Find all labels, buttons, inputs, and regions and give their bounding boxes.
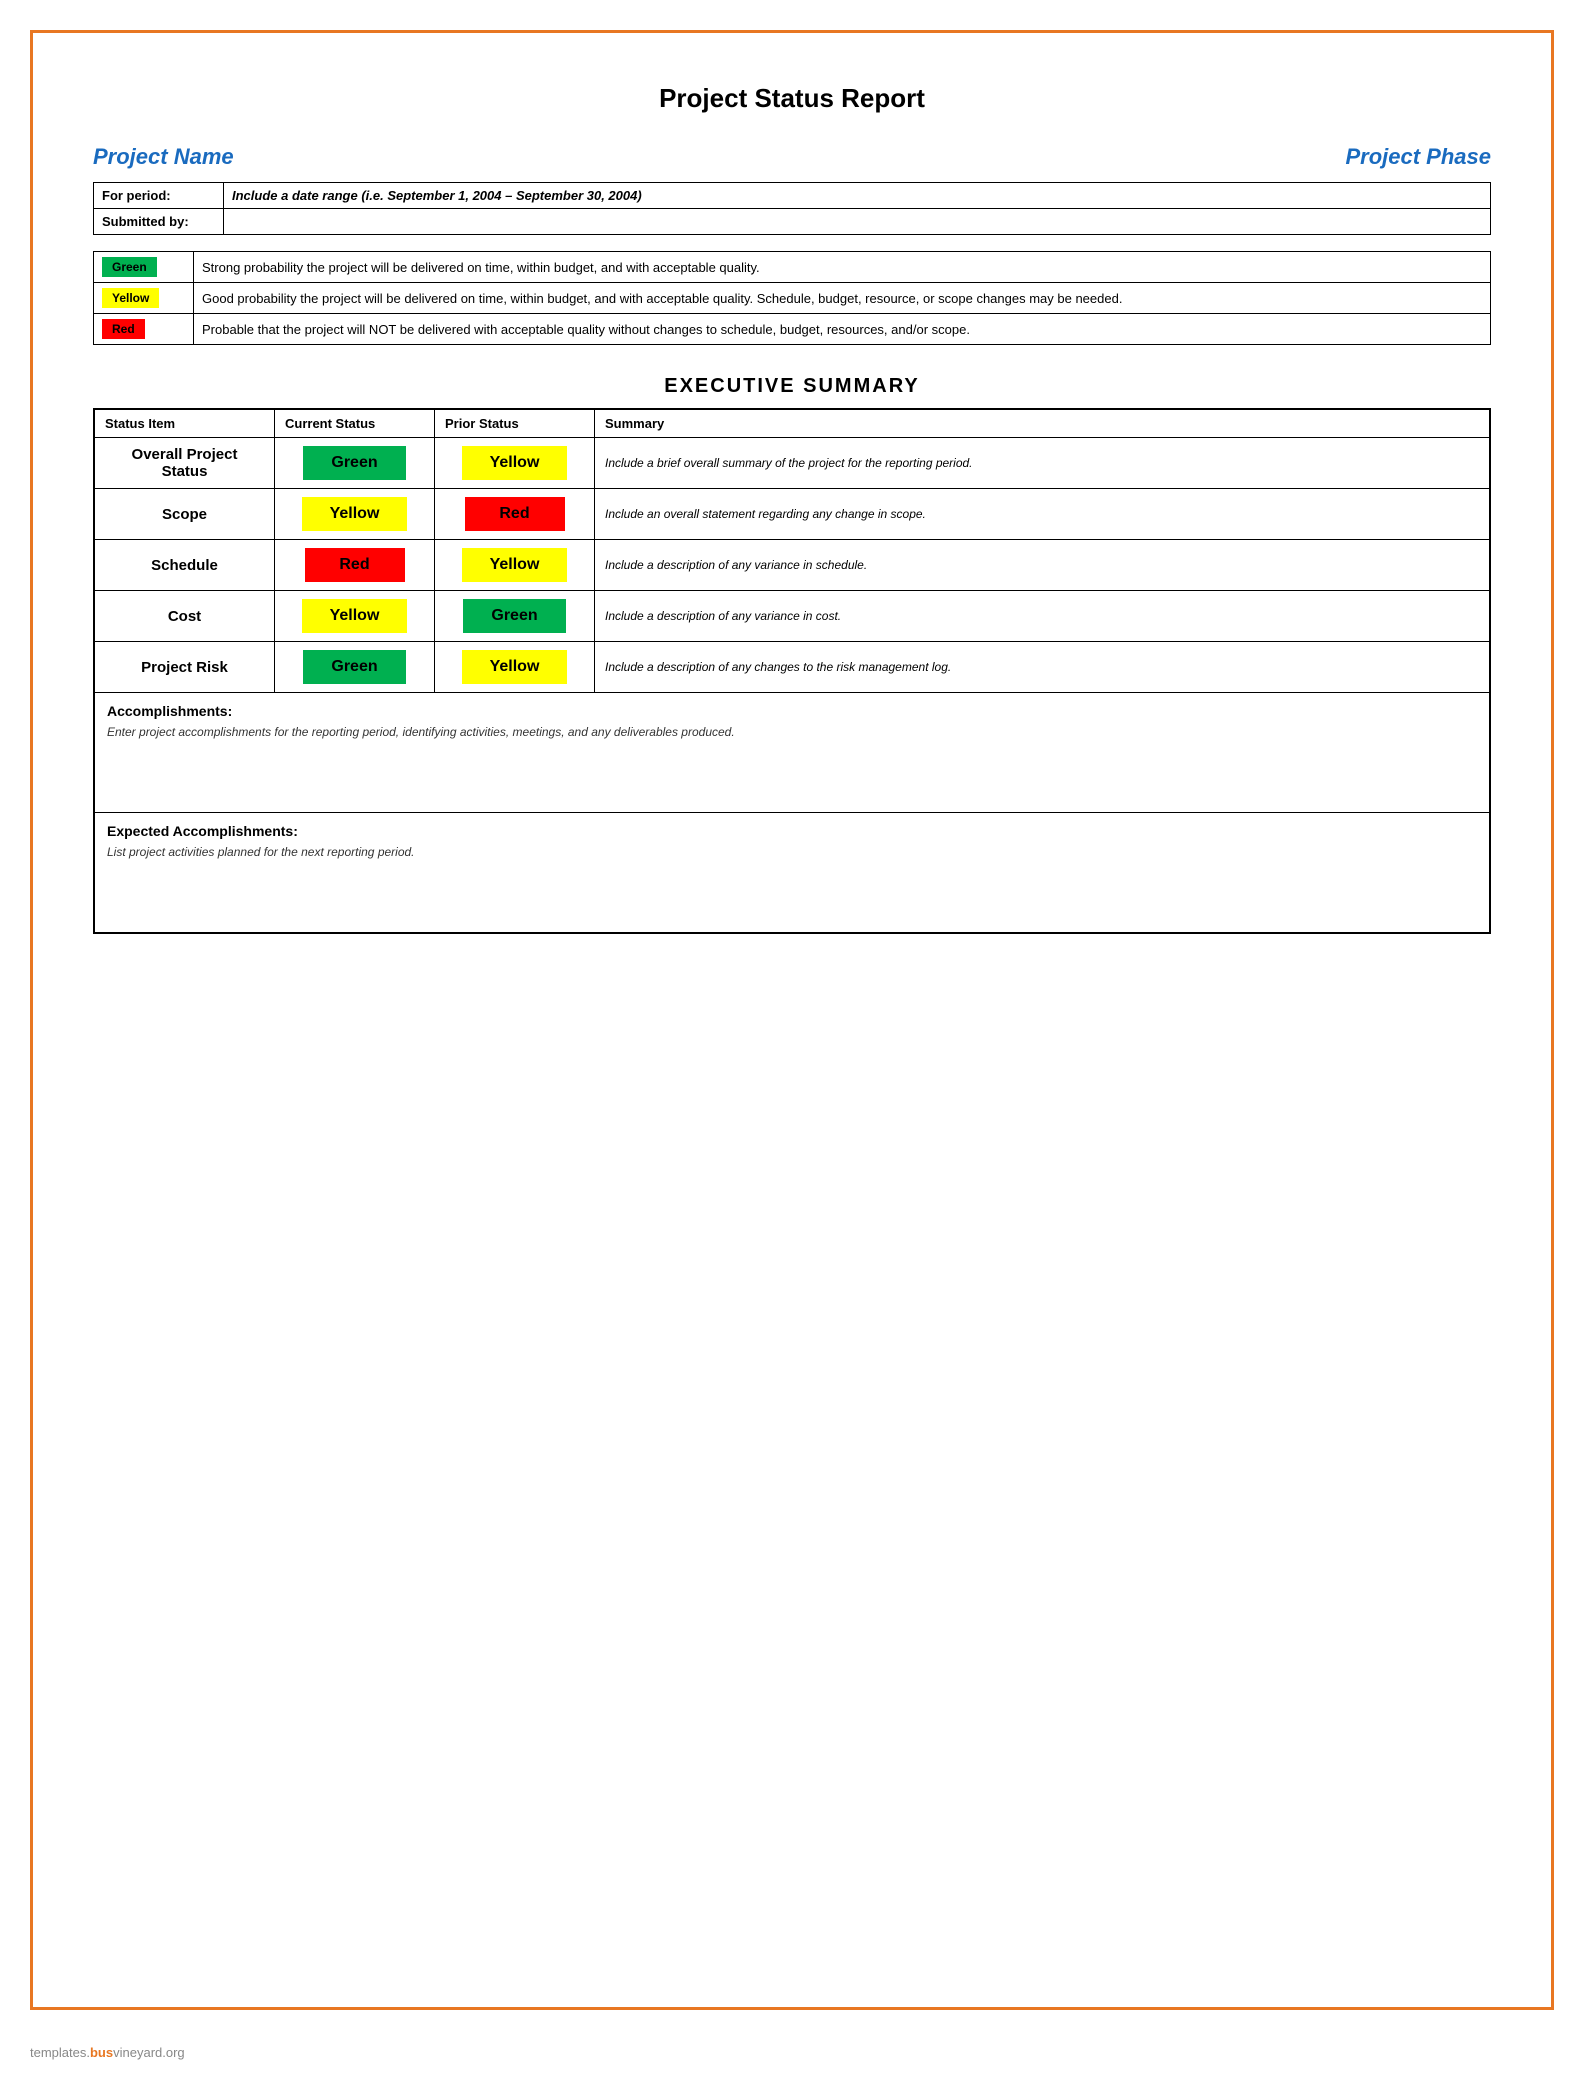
status-item-cell: Scope <box>95 489 275 540</box>
prior-status-cell: Yellow <box>435 540 595 591</box>
footer-highlight: bus <box>90 2045 113 2060</box>
exec-table-row: Cost Yellow Green Include a description of … <box>95 591 1490 642</box>
project-header: Project Name Project Phase <box>93 144 1491 170</box>
info-row: Submitted by: <box>94 209 1491 235</box>
accomplishments-text: Enter project accomplishments for the re… <box>107 725 1477 739</box>
current-status-block: Yellow <box>302 497 408 531</box>
legend-row: Red Probable that the project will NOT be… <box>94 314 1491 345</box>
executive-summary-wrapper: Status ItemCurrent StatusPrior StatusSum… <box>93 408 1491 934</box>
info-value <box>224 209 1491 235</box>
current-status-block: Yellow <box>302 599 408 633</box>
current-status-block: Red <box>305 548 405 582</box>
page-title: Project Status Report <box>93 83 1491 114</box>
prior-status-block: Yellow <box>462 548 568 582</box>
footer-suffix: vineyard.org <box>113 2045 185 2060</box>
status-item-cell: Schedule <box>95 540 275 591</box>
exec-column-header: Current Status <box>275 410 435 438</box>
status-badge: Yellow <box>102 288 159 308</box>
project-name-label: Project Name <box>93 144 234 170</box>
current-status-cell: Yellow <box>275 591 435 642</box>
status-item-cell: Cost <box>95 591 275 642</box>
current-status-block: Green <box>303 650 405 684</box>
summary-cell: Include an overall statement regarding a… <box>595 489 1490 540</box>
exec-table: Status ItemCurrent StatusPrior StatusSum… <box>94 409 1490 693</box>
info-row: For period:Include a date range (i.e. Se… <box>94 183 1491 209</box>
legend-badge-cell: Red <box>94 314 194 345</box>
prior-status-cell: Yellow <box>435 642 595 693</box>
exec-column-header: Prior Status <box>435 410 595 438</box>
prior-status-cell: Red <box>435 489 595 540</box>
expected-title: Expected Accomplishments: <box>107 823 1477 839</box>
expected-text: List project activities planned for the … <box>107 845 1477 859</box>
prior-status-block: Yellow <box>462 650 568 684</box>
info-table: For period:Include a date range (i.e. Se… <box>93 182 1491 235</box>
info-label: For period: <box>94 183 224 209</box>
legend-description: Strong probability the project will be d… <box>194 252 1491 283</box>
exec-table-row: Project Risk Green Yellow Include a descrip… <box>95 642 1490 693</box>
legend-badge-cell: Green <box>94 252 194 283</box>
exec-column-header: Status Item <box>95 410 275 438</box>
legend-table: Green Strong probability the project will… <box>93 251 1491 345</box>
legend-badge-cell: Yellow <box>94 283 194 314</box>
prior-status-cell: Green <box>435 591 595 642</box>
exec-column-header: Summary <box>595 410 1490 438</box>
legend-row: Yellow Good probability the project will … <box>94 283 1491 314</box>
footer-prefix: templates. <box>30 2045 90 2060</box>
section-title: EXECUTIVE SUMMARY <box>93 375 1491 398</box>
current-status-cell: Red <box>275 540 435 591</box>
status-badge: Red <box>102 319 145 339</box>
accomplishments-section: Accomplishments: Enter project accomplis… <box>94 693 1490 813</box>
summary-cell: Include a description of any changes to … <box>595 642 1490 693</box>
current-status-cell: Green <box>275 438 435 489</box>
status-badge: Green <box>102 257 157 277</box>
current-status-cell: Green <box>275 642 435 693</box>
outer-border: Project Status Report Project Name Proje… <box>30 30 1554 2010</box>
summary-cell: Include a description of any variance in… <box>595 591 1490 642</box>
legend-description: Probable that the project will NOT be de… <box>194 314 1491 345</box>
current-status-cell: Yellow <box>275 489 435 540</box>
exec-table-row: Schedule Red Yellow Include a description o… <box>95 540 1490 591</box>
info-value: Include a date range (i.e. September 1, … <box>224 183 1491 209</box>
summary-cell: Include a description of any variance in… <box>595 540 1490 591</box>
status-item-cell: Overall ProjectStatus <box>95 438 275 489</box>
summary-cell: Include a brief overall summary of the p… <box>595 438 1490 489</box>
exec-table-row: Overall ProjectStatus Green Yellow Include … <box>95 438 1490 489</box>
legend-description: Good probability the project will be del… <box>194 283 1491 314</box>
project-phase-label: Project Phase <box>1345 144 1491 170</box>
info-label: Submitted by: <box>94 209 224 235</box>
status-item-cell: Project Risk <box>95 642 275 693</box>
prior-status-block: Green <box>463 599 565 633</box>
accomplishments-title: Accomplishments: <box>107 703 1477 719</box>
prior-status-block: Red <box>465 497 565 531</box>
footer: templates.busvineyard.org <box>30 2045 185 2060</box>
expected-accomplishments-section: Expected Accomplishments: List project a… <box>94 813 1490 933</box>
prior-status-block: Yellow <box>462 446 568 480</box>
exec-table-row: Scope Yellow Red Include an overall stateme… <box>95 489 1490 540</box>
prior-status-cell: Yellow <box>435 438 595 489</box>
legend-row: Green Strong probability the project will… <box>94 252 1491 283</box>
current-status-block: Green <box>303 446 405 480</box>
